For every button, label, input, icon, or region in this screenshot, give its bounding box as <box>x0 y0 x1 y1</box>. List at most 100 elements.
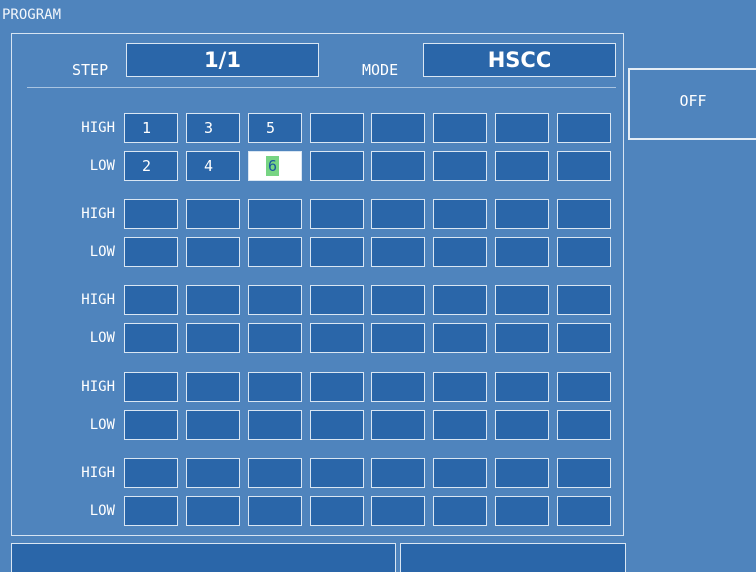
low-cell[interactable] <box>495 410 549 440</box>
high-cell[interactable] <box>557 113 611 143</box>
high-cell[interactable] <box>557 458 611 488</box>
low-cell[interactable] <box>433 323 487 353</box>
high-cell[interactable] <box>557 372 611 402</box>
high-row-label: HIGH <box>81 465 115 481</box>
low-cell[interactable] <box>433 151 487 181</box>
low-cell[interactable] <box>433 237 487 267</box>
high-cell[interactable] <box>310 199 364 229</box>
high-cell[interactable] <box>248 372 302 402</box>
low-cell[interactable] <box>495 237 549 267</box>
high-row-label: HIGH <box>81 120 115 136</box>
low-cell[interactable] <box>310 323 364 353</box>
high-cell[interactable] <box>433 113 487 143</box>
high-cell[interactable] <box>557 199 611 229</box>
high-cell[interactable] <box>124 458 178 488</box>
high-cell[interactable] <box>371 113 425 143</box>
high-cell[interactable] <box>124 199 178 229</box>
step-label: STEP <box>72 61 109 79</box>
low-cell[interactable] <box>124 237 178 267</box>
low-cell[interactable] <box>248 237 302 267</box>
low-cell[interactable] <box>186 237 240 267</box>
edit-cursor: 6 <box>266 156 280 176</box>
low-cell[interactable] <box>495 323 549 353</box>
low-cell[interactable] <box>124 323 178 353</box>
high-cell[interactable] <box>371 199 425 229</box>
high-cell[interactable] <box>371 458 425 488</box>
low-row-label: LOW <box>89 244 115 260</box>
high-cell[interactable] <box>186 372 240 402</box>
low-cell[interactable] <box>557 237 611 267</box>
high-cell[interactable]: 5 <box>248 113 302 143</box>
low-cell[interactable] <box>124 496 178 526</box>
window-title: PROGRAM <box>2 7 62 23</box>
low-cell[interactable] <box>371 410 425 440</box>
low-cell[interactable]: 2 <box>124 151 178 181</box>
low-cell[interactable] <box>433 410 487 440</box>
low-cell[interactable] <box>557 151 611 181</box>
low-cell[interactable]: 4 <box>186 151 240 181</box>
low-cell[interactable] <box>310 496 364 526</box>
low-row-label: LOW <box>89 158 115 174</box>
high-cell[interactable] <box>248 285 302 315</box>
high-cell[interactable] <box>186 199 240 229</box>
high-cell[interactable] <box>557 285 611 315</box>
title-bar: PROGRAM <box>0 0 756 32</box>
high-cell[interactable] <box>124 285 178 315</box>
high-cell[interactable] <box>433 372 487 402</box>
high-cell[interactable] <box>310 285 364 315</box>
status-bar-right <box>400 543 626 572</box>
high-row-label: HIGH <box>81 292 115 308</box>
high-cell[interactable] <box>310 458 364 488</box>
high-cell[interactable] <box>433 285 487 315</box>
low-cell[interactable] <box>186 323 240 353</box>
high-cell[interactable] <box>433 458 487 488</box>
step-field[interactable]: 1/1 <box>126 43 319 77</box>
high-cell[interactable] <box>186 458 240 488</box>
high-cell[interactable] <box>433 199 487 229</box>
low-cell[interactable] <box>495 151 549 181</box>
low-cell[interactable] <box>248 323 302 353</box>
status-bar-left <box>11 543 396 572</box>
low-cell[interactable] <box>557 410 611 440</box>
high-cell[interactable] <box>371 285 425 315</box>
high-cell[interactable] <box>495 199 549 229</box>
low-cell[interactable] <box>186 496 240 526</box>
header-divider <box>27 87 616 88</box>
high-row-label: HIGH <box>81 379 115 395</box>
low-cell[interactable] <box>310 151 364 181</box>
low-cell[interactable] <box>557 496 611 526</box>
low-cell[interactable] <box>371 323 425 353</box>
high-cell[interactable] <box>495 458 549 488</box>
low-row-label: LOW <box>89 330 115 346</box>
low-cell[interactable] <box>371 496 425 526</box>
high-cell[interactable] <box>495 113 549 143</box>
low-cell[interactable] <box>557 323 611 353</box>
high-cell[interactable] <box>495 372 549 402</box>
high-cell[interactable] <box>248 199 302 229</box>
low-cell[interactable] <box>310 410 364 440</box>
low-cell[interactable] <box>371 151 425 181</box>
low-row-label: LOW <box>89 417 115 433</box>
high-cell[interactable] <box>495 285 549 315</box>
low-cell[interactable] <box>371 237 425 267</box>
high-cell[interactable] <box>310 113 364 143</box>
high-cell[interactable] <box>186 285 240 315</box>
high-cell[interactable] <box>371 372 425 402</box>
low-cell[interactable] <box>124 410 178 440</box>
low-cell[interactable] <box>186 410 240 440</box>
low-cell[interactable] <box>433 496 487 526</box>
high-cell[interactable] <box>124 372 178 402</box>
high-cell[interactable] <box>248 458 302 488</box>
high-cell[interactable] <box>310 372 364 402</box>
low-row-label: LOW <box>89 503 115 519</box>
off-softkey[interactable]: OFF <box>630 70 756 138</box>
low-cell[interactable] <box>248 410 302 440</box>
high-cell[interactable]: 3 <box>186 113 240 143</box>
high-cell[interactable]: 1 <box>124 113 178 143</box>
low-cell[interactable] <box>495 496 549 526</box>
mode-label: MODE <box>362 61 399 79</box>
low-cell[interactable]: 6 <box>248 151 302 181</box>
mode-field[interactable]: HSCC <box>423 43 616 77</box>
low-cell[interactable] <box>310 237 364 267</box>
low-cell[interactable] <box>248 496 302 526</box>
